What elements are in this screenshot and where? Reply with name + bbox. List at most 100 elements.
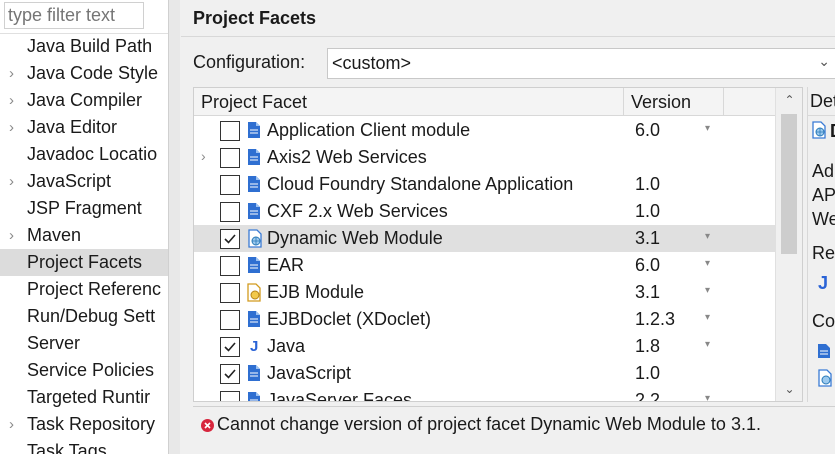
checkmark-icon (224, 234, 236, 244)
facet-checkbox[interactable] (220, 337, 240, 357)
facet-checkbox[interactable] (220, 202, 240, 222)
facet-name: JavaServer Faces (267, 390, 413, 402)
sidebar-item[interactable]: Service Policies (0, 357, 168, 384)
facet-checkbox[interactable] (220, 175, 240, 195)
facet-version[interactable]: 1.8 (635, 336, 660, 357)
version-dropdown-icon[interactable]: ▾ (705, 123, 710, 134)
nav-scrollbar[interactable] (169, 0, 180, 454)
table-row[interactable]: Cloud Foundry Standalone Application 1.0 (194, 171, 775, 198)
facet-checkbox[interactable] (220, 310, 240, 330)
sidebar-item-label: Targeted Runtir (27, 387, 151, 407)
sidebar-item[interactable]: › Java Editor (0, 114, 168, 141)
version-dropdown-icon[interactable]: ▾ (705, 339, 710, 350)
chevron-right-icon[interactable]: › (9, 87, 14, 114)
document-icon (247, 391, 263, 401)
column-header-facet[interactable]: Project Facet (201, 92, 307, 113)
table-scrollbar[interactable]: ⌃ ⌄ (775, 88, 802, 401)
chevron-down-icon: ⌄ (818, 53, 830, 69)
table-row[interactable]: EJBDoclet (XDoclet) 1.2.3 ▾ (194, 306, 775, 333)
table-row[interactable]: Dynamic Web Module 3.1 ▾ (194, 225, 775, 252)
table-row[interactable]: J Java 1.8 ▾ (194, 333, 775, 360)
filter-input[interactable] (4, 2, 144, 29)
facet-checkbox[interactable] (220, 283, 240, 303)
column-separator[interactable] (623, 88, 624, 116)
version-dropdown-icon[interactable]: ▾ (705, 285, 710, 296)
sidebar-item-label: Project Referenc (27, 279, 162, 299)
facet-name: Java (267, 336, 306, 356)
sidebar-item[interactable]: Task Tags (0, 438, 168, 454)
sidebar-item[interactable]: Targeted Runtir (0, 384, 168, 411)
facet-name: EJBDoclet (XDoclet) (267, 309, 432, 329)
sidebar-item[interactable]: › Maven (0, 222, 168, 249)
sidebar-item-label: Maven (27, 225, 82, 245)
sidebar-item[interactable]: › Java Code Style (0, 60, 168, 87)
facet-checkbox[interactable] (220, 148, 240, 168)
sidebar-item[interactable]: Project Facets (0, 249, 168, 276)
document-icon (247, 364, 263, 383)
table-row[interactable]: Application Client module 6.0 ▾ (194, 117, 775, 144)
configuration-value: <custom> (332, 53, 412, 73)
chevron-right-icon[interactable]: › (9, 411, 14, 438)
facet-name: Axis2 Web Services (267, 147, 427, 167)
sidebar-item[interactable]: Java Build Path (0, 33, 168, 60)
chevron-right-icon[interactable]: › (9, 60, 14, 87)
sidebar-item-label: Task Tags (27, 441, 107, 454)
sidebar-item-label: Java Editor (27, 117, 118, 137)
version-dropdown-icon[interactable]: ▾ (705, 312, 710, 323)
table-row[interactable]: JavaServer Faces 2.2 ▾ (194, 387, 775, 402)
facet-checkbox[interactable] (220, 121, 240, 141)
sidebar-item[interactable]: › Java Compiler (0, 87, 168, 114)
sidebar-item-label: Task Repository (27, 414, 156, 434)
sidebar-item[interactable]: Project Referenc (0, 276, 168, 303)
sidebar-item-label: Server (27, 333, 81, 353)
preferences-nav-panel: Java Build Path › Java Code Style › Java Com… (0, 0, 168, 454)
chevron-right-icon[interactable]: › (9, 168, 14, 195)
table-row[interactable]: EJB Module 3.1 ▾ (194, 279, 775, 306)
version-dropdown-icon[interactable]: ▾ (705, 231, 710, 242)
chevron-right-icon[interactable]: › (9, 222, 14, 249)
sidebar-item[interactable]: Javadoc Locatio (0, 141, 168, 168)
web-module-icon (817, 369, 833, 392)
facet-checkbox[interactable] (220, 364, 240, 384)
facet-name: Dynamic Web Module (267, 228, 443, 248)
facet-checkbox[interactable] (220, 256, 240, 276)
scroll-down-icon[interactable]: ⌄ (776, 377, 802, 401)
sidebar-item[interactable]: › Task Repository (0, 411, 168, 438)
facet-name: Cloud Foundry Standalone Application (267, 174, 574, 194)
configuration-select[interactable]: <custom> ⌄ (327, 48, 835, 79)
table-row[interactable]: JavaScript 1.0 (194, 360, 775, 387)
facet-version[interactable]: 3.1 (635, 228, 660, 249)
scroll-up-icon[interactable]: ⌃ (776, 88, 802, 112)
sidebar-item-label: JSP Fragment (27, 198, 142, 218)
scrollbar-thumb[interactable] (781, 114, 797, 254)
details-divider (808, 115, 835, 116)
facet-version[interactable]: 6.0 (635, 120, 660, 141)
sidebar-item[interactable]: › JavaScript (0, 168, 168, 195)
chevron-right-icon[interactable]: › (9, 114, 14, 141)
title-divider (181, 36, 835, 37)
table-row[interactable]: › Axis2 Web Services (194, 144, 775, 171)
sidebar-item-label: Service Policies (27, 360, 155, 380)
checkmark-icon (224, 342, 236, 352)
sidebar-item[interactable]: Server (0, 330, 168, 357)
chevron-right-icon[interactable]: › (201, 148, 206, 164)
version-dropdown-icon[interactable]: ▾ (705, 393, 710, 401)
facet-version[interactable]: 6.0 (635, 255, 660, 276)
column-separator[interactable] (723, 88, 724, 116)
facets-table: Project Facet Version Application Client… (193, 87, 803, 402)
details-description-line: AP (812, 185, 835, 205)
table-row[interactable]: EAR 6.0 ▾ (194, 252, 775, 279)
facet-version[interactable]: 1.2.3 (635, 309, 675, 330)
facet-checkbox[interactable] (220, 229, 240, 249)
version-dropdown-icon[interactable]: ▾ (705, 258, 710, 269)
facet-version[interactable]: 2.2 (635, 390, 660, 401)
facet-name: CXF 2.x Web Services (267, 201, 448, 221)
column-header-version[interactable]: Version (631, 92, 691, 113)
table-row[interactable]: CXF 2.x Web Services 1.0 (194, 198, 775, 225)
sidebar-item[interactable]: Run/Debug Sett (0, 303, 168, 330)
facet-checkbox[interactable] (220, 391, 240, 401)
ejb-icon (247, 283, 263, 302)
facet-version[interactable]: 3.1 (635, 282, 660, 303)
sidebar-item[interactable]: JSP Fragment (0, 195, 168, 222)
facet-name: EJB Module (267, 282, 365, 302)
